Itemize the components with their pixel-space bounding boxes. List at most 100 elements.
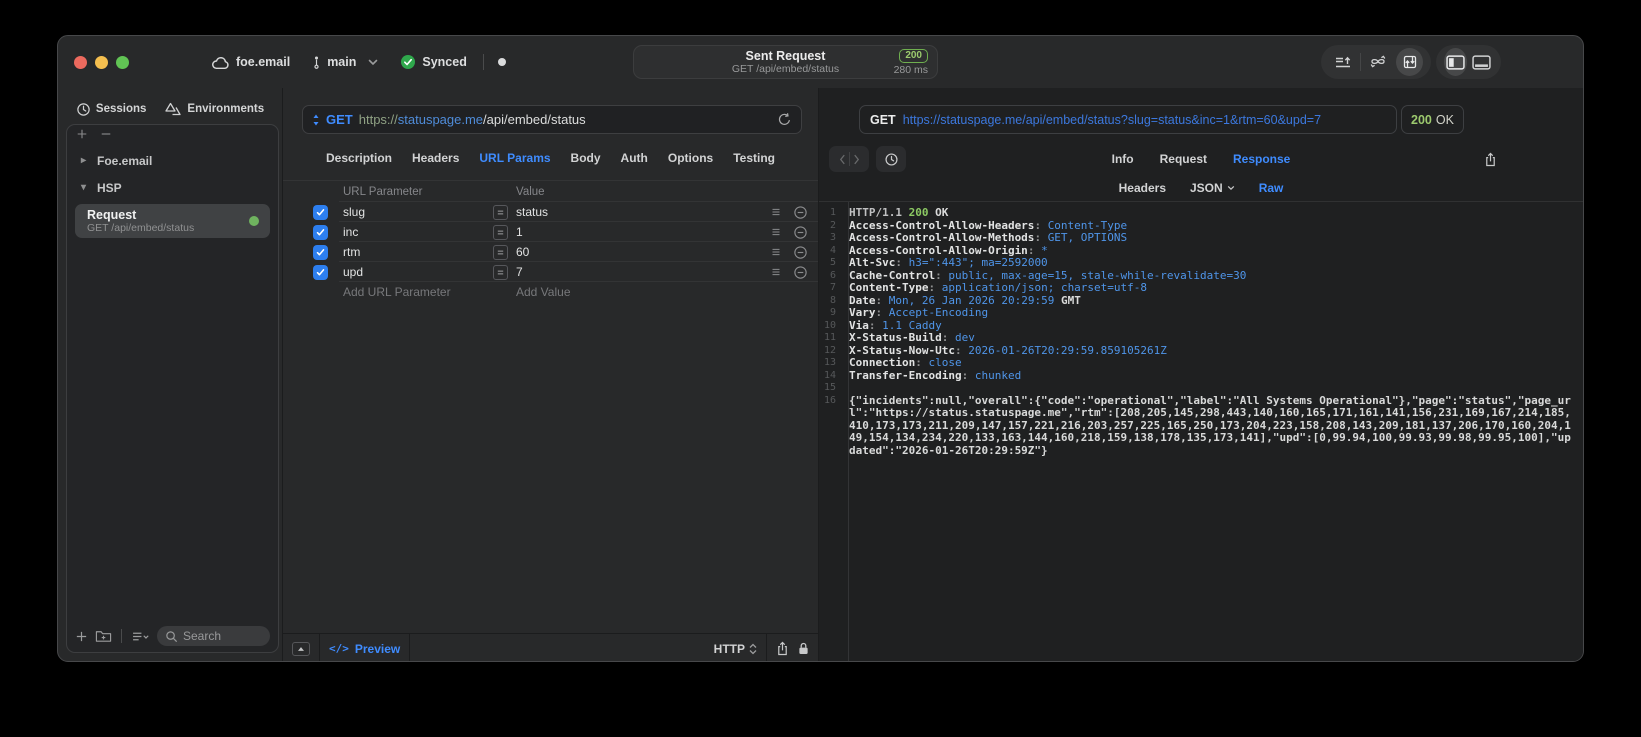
project-name: foe.email bbox=[236, 55, 291, 69]
params-header-row: URL Parameter Value bbox=[283, 181, 818, 202]
main-content: Sessions Environments ▸ Foe.email ▾ HSP … bbox=[58, 88, 1583, 661]
request-list-item-selected[interactable]: Request GET /api/embed/status bbox=[75, 204, 270, 238]
equals-type-icon[interactable] bbox=[493, 264, 508, 280]
line-number: 14 bbox=[823, 369, 836, 381]
line-number: 9 bbox=[829, 307, 836, 318]
param-value-field[interactable]: 7 bbox=[516, 265, 760, 279]
project-switcher[interactable]: foe.email bbox=[211, 55, 290, 70]
search-input[interactable] bbox=[183, 629, 262, 643]
bottom-bar-divider bbox=[409, 633, 411, 661]
history-clock-icon bbox=[76, 102, 91, 117]
param-enabled-checkbox[interactable] bbox=[313, 204, 328, 220]
tab-url-params[interactable]: URL Params bbox=[479, 151, 550, 165]
reorder-handle-icon[interactable] bbox=[768, 265, 784, 279]
collapse-panel-button[interactable] bbox=[292, 641, 310, 656]
response-body[interactable]: 1 HTTP/1.1 200 OK 2 Access-Control-Allow-He… bbox=[819, 202, 1583, 661]
equals-type-icon[interactable] bbox=[493, 204, 508, 220]
response-request-line: GET https://statuspage.me/api/embed/stat… bbox=[859, 105, 1397, 134]
reorder-handle-icon[interactable] bbox=[768, 225, 784, 239]
group-foe-email[interactable]: ▸ Foe.email bbox=[67, 147, 278, 174]
lock-icon[interactable] bbox=[798, 641, 809, 656]
sync-arrows-button[interactable] bbox=[1365, 48, 1392, 76]
tab-body[interactable]: Body bbox=[571, 151, 601, 165]
line-number: 13 bbox=[823, 357, 836, 368]
param-enabled-checkbox[interactable] bbox=[313, 264, 328, 280]
tab-info[interactable]: Info bbox=[1112, 152, 1134, 166]
param-value-field[interactable]: 60 bbox=[516, 245, 760, 259]
remove-param-icon[interactable] bbox=[792, 205, 808, 220]
tab-response[interactable]: Response bbox=[1233, 152, 1290, 166]
param-name-field[interactable]: upd bbox=[343, 265, 493, 279]
sidebar-search[interactable] bbox=[157, 626, 270, 646]
tab-options[interactable]: Options bbox=[668, 151, 713, 165]
tab-sessions[interactable]: Sessions bbox=[76, 102, 146, 117]
pager-divider bbox=[848, 152, 850, 166]
tab-request[interactable]: Request bbox=[1160, 152, 1207, 166]
sort-filter-button[interactable] bbox=[131, 627, 150, 645]
subtab-raw[interactable]: Raw bbox=[1259, 181, 1284, 195]
method-label[interactable]: GET bbox=[326, 112, 353, 127]
line-number: 10 bbox=[823, 319, 836, 331]
remove-param-icon[interactable] bbox=[792, 245, 808, 260]
reorder-handle-icon[interactable] bbox=[768, 245, 784, 259]
preview-button[interactable]: </> Preview bbox=[329, 642, 400, 656]
sync-status[interactable]: Synced bbox=[400, 54, 467, 70]
line-number: 8 bbox=[829, 294, 836, 306]
reorder-handle-icon[interactable] bbox=[768, 205, 784, 219]
remove-item-button[interactable] bbox=[99, 127, 113, 141]
param-value-field[interactable]: 1 bbox=[516, 225, 760, 239]
export-response-button[interactable] bbox=[1477, 146, 1503, 172]
param-enabled-checkbox[interactable] bbox=[313, 244, 328, 260]
sort-lines-button[interactable] bbox=[1329, 48, 1356, 76]
back-button[interactable] bbox=[839, 154, 846, 165]
tab-description[interactable]: Description bbox=[326, 151, 392, 165]
method-stepper-icon[interactable] bbox=[312, 113, 320, 127]
share-button[interactable] bbox=[776, 641, 789, 656]
param-name-field[interactable]: rtm bbox=[343, 245, 493, 259]
zoom-window-button[interactable] bbox=[116, 55, 129, 69]
add-param-value-placeholder[interactable]: Add Value bbox=[516, 285, 571, 299]
transfer-box-button[interactable] bbox=[1396, 48, 1424, 76]
toggle-bottom-panel-button[interactable] bbox=[1471, 48, 1494, 76]
sent-request-status: 200 280 ms bbox=[894, 49, 928, 76]
toggle-sidebar-button[interactable] bbox=[1444, 48, 1467, 76]
close-window-button[interactable] bbox=[74, 55, 87, 69]
protocol-selector[interactable]: HTTP bbox=[714, 642, 757, 656]
sync-label: Synced bbox=[422, 55, 467, 69]
url-params-table: URL Parameter Value slug status inc 1 rt… bbox=[283, 180, 818, 302]
response-url: https://statuspage.me/api/embed/status?s… bbox=[902, 112, 1322, 127]
chevron-down-icon bbox=[1227, 185, 1235, 191]
branch-selector[interactable]: main bbox=[312, 55, 378, 70]
editor-bottom-bar: </> Preview HTTP bbox=[283, 633, 818, 661]
url-input[interactable]: https://statuspage.me/api/embed/status bbox=[359, 112, 771, 127]
sent-request-summary[interactable]: Sent Request GET /api/embed/status 200 2… bbox=[633, 45, 938, 79]
add-item-button[interactable] bbox=[75, 127, 89, 141]
param-enabled-checkbox[interactable] bbox=[313, 224, 328, 240]
request-url-bar[interactable]: GET https://statuspage.me/api/embed/stat… bbox=[302, 105, 802, 134]
new-group-button[interactable] bbox=[95, 627, 112, 645]
param-name-field[interactable]: slug bbox=[343, 205, 493, 219]
tab-environments[interactable]: Environments bbox=[164, 102, 264, 116]
sync-arrows-icon bbox=[1369, 54, 1387, 70]
response-history-button[interactable] bbox=[876, 146, 906, 172]
equals-type-icon[interactable] bbox=[493, 224, 508, 240]
forward-button[interactable] bbox=[853, 154, 860, 165]
subtab-headers[interactable]: Headers bbox=[1119, 181, 1166, 195]
resend-button[interactable] bbox=[777, 112, 792, 127]
equals-type-icon[interactable] bbox=[493, 244, 508, 260]
remove-param-icon[interactable] bbox=[792, 265, 808, 280]
tab-testing[interactable]: Testing bbox=[733, 151, 775, 165]
remove-param-icon[interactable] bbox=[792, 225, 808, 240]
param-name-field[interactable]: inc bbox=[343, 225, 493, 239]
add-param-row[interactable]: Add URL Parameter Add Value bbox=[283, 282, 818, 302]
new-request-button[interactable] bbox=[75, 627, 88, 645]
add-param-name-placeholder[interactable]: Add URL Parameter bbox=[343, 285, 508, 299]
tab-auth[interactable]: Auth bbox=[621, 151, 648, 165]
minimize-window-button[interactable] bbox=[95, 55, 108, 69]
group-hsp[interactable]: ▾ HSP bbox=[67, 174, 278, 201]
tab-headers[interactable]: Headers bbox=[412, 151, 459, 165]
subtab-json-dropdown[interactable]: JSON bbox=[1190, 181, 1235, 195]
group-label: Foe.email bbox=[97, 153, 153, 168]
url-param-row: slug status bbox=[283, 202, 818, 222]
param-value-field[interactable]: status bbox=[516, 205, 760, 219]
